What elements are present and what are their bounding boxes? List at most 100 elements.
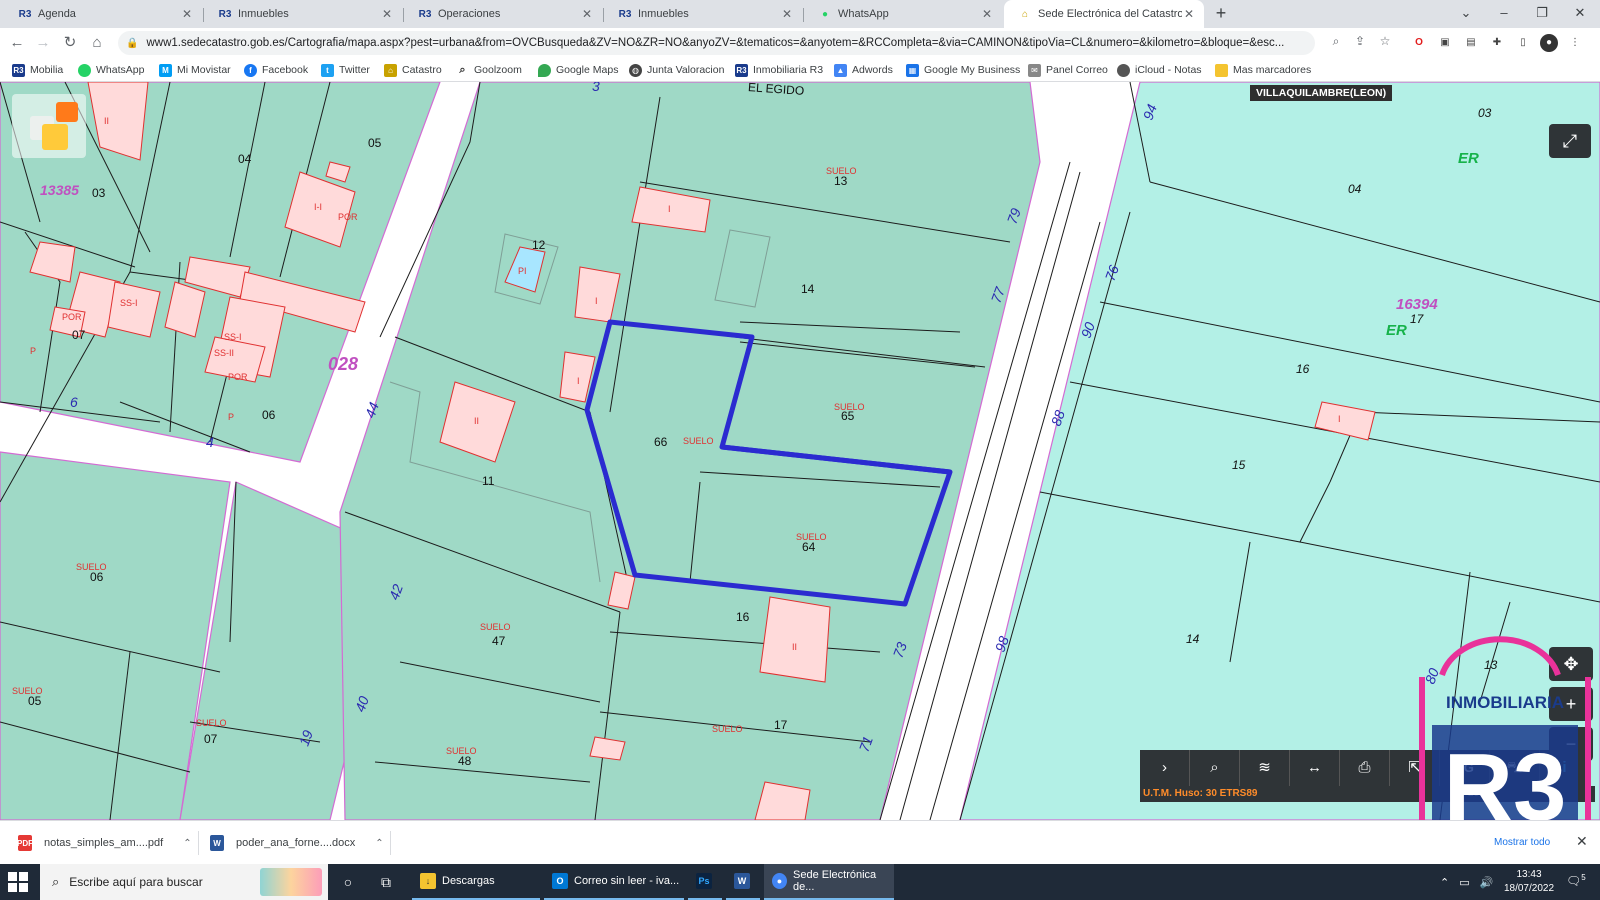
zoom-icon[interactable]: ⌕ <box>1327 32 1345 50</box>
close-icon[interactable]: ✕ <box>580 7 594 21</box>
reload-icon[interactable]: ↻ <box>59 33 81 53</box>
bookmark-google-maps[interactable]: Google Maps <box>538 62 618 78</box>
zoom-in-icon[interactable]: + <box>1549 687 1593 721</box>
bookmark-label: Goolzoom <box>474 64 522 76</box>
vg-icon[interactable]: VG <box>1440 750 1490 786</box>
opera-ext-icon[interactable]: O <box>1410 34 1428 52</box>
bookmark-mobilia[interactable]: R3 Mobilia <box>12 62 63 78</box>
tab-inmuebles-2[interactable]: R3 Inmuebles ✕ <box>604 0 802 28</box>
task-view-icon[interactable]: ⧉ <box>374 870 398 894</box>
taskbar-app-word[interactable]: W <box>726 864 760 900</box>
suelo-label: SUELO <box>480 622 511 632</box>
sidepanel-icon[interactable]: ▯ <box>1514 34 1532 52</box>
block-center <box>339 82 1041 820</box>
window-close-icon[interactable]: ✕ <box>1566 3 1594 23</box>
er-label: ER <box>1386 322 1407 339</box>
close-icon[interactable]: ✕ <box>180 7 194 21</box>
search-icon[interactable]: ⌕ <box>1190 750 1240 786</box>
new-tab-button[interactable]: + <box>1210 4 1232 24</box>
bookmark-label: iCloud - Notas <box>1135 64 1202 76</box>
tab-agenda[interactable]: R3 Agenda ✕ <box>4 0 202 28</box>
download-item[interactable]: W poder_ana_forne....docx ⌃ <box>210 831 384 855</box>
cadastral-map[interactable]: EL EGIDO 04 05 03 13385 07 06 028 12 SUE… <box>0 82 1600 820</box>
taskbar-app-chrome[interactable]: ● Sede Electrónica de... <box>764 864 894 900</box>
r3-icon: R3 <box>618 8 632 20</box>
clock[interactable]: 13:43 18/07/2022 <box>1500 868 1558 896</box>
measure-icon[interactable]: ↔ <box>1290 750 1340 786</box>
windows-start-icon[interactable] <box>8 872 30 892</box>
chevron-up-icon[interactable]: ⌃ <box>1440 876 1449 889</box>
search-highlight-image <box>260 868 322 896</box>
utm-projection: U.T.M. Huso: 30 ETRS89 20 m <box>1140 786 1595 802</box>
bookmark-junta-valoracion[interactable]: ◍ Junta Valoracion <box>629 62 724 78</box>
bookmark-adwords[interactable]: ▲ Adwords <box>834 62 893 78</box>
bookmark-google-my-business[interactable]: ▦ Google My Business <box>906 62 1020 78</box>
crosshair-icon[interactable]: ✥ <box>1549 647 1593 681</box>
taskbar-app-outlook[interactable]: O Correo sin leer - iva... <box>544 864 684 900</box>
back-icon[interactable]: ← <box>6 33 28 53</box>
building-code: I <box>577 376 580 386</box>
taskbar-search[interactable]: ⌕ Escribe aquí para buscar <box>40 864 328 900</box>
share-icon[interactable]: ⇱ <box>1390 750 1440 786</box>
close-icon[interactable]: ✕ <box>980 7 994 21</box>
parcel-label: 65 <box>841 409 855 423</box>
info-icon[interactable]: i <box>1540 750 1590 786</box>
close-icon[interactable]: ✕ <box>1576 833 1588 850</box>
bookmark-icloud-notas[interactable]: iCloud - Notas <box>1117 62 1202 78</box>
bookmark-inmobiliaria-r3[interactable]: R3 Inmobiliaria R3 <box>735 62 823 78</box>
show-all-link[interactable]: Mostrar todo <box>1494 837 1550 848</box>
download-item[interactable]: PDF notas_simples_am....pdf ⌃ <box>17 831 192 855</box>
taskbar-app-descargas[interactable]: ↓ Descargas <box>412 864 540 900</box>
taskbar-app-photoshop[interactable]: Ps <box>688 864 722 900</box>
print-icon[interactable]: ⎙ <box>1340 750 1390 786</box>
star-icon[interactable]: ☆ <box>1376 32 1394 50</box>
chevron-right-icon[interactable]: › <box>1140 750 1190 786</box>
car-icon[interactable]: ⛍ <box>1490 750 1540 786</box>
tab-label: Inmuebles <box>238 8 289 20</box>
close-icon[interactable]: ✕ <box>1182 7 1196 21</box>
volume-icon[interactable]: 🔊 <box>1480 876 1494 889</box>
extension-icon[interactable]: ▣ <box>1436 34 1454 52</box>
bookmark-twitter[interactable]: t Twitter <box>321 62 370 78</box>
taskbar-app-label: Correo sin leer - iva... <box>574 875 680 887</box>
avatar[interactable]: ● <box>1540 34 1558 52</box>
tab-whatsapp[interactable]: ● WhatsApp ✕ <box>804 0 1002 28</box>
tab-search-icon[interactable]: ⌄ <box>1452 3 1480 23</box>
forward-icon[interactable]: → <box>32 33 54 53</box>
building-code: POR <box>338 212 358 222</box>
parcel-label: 17 <box>774 718 788 732</box>
r3-icon: R3 <box>12 63 25 77</box>
url-text[interactable]: www1.sedecatastro.gob.es/Cartografia/map… <box>146 37 1315 49</box>
network-icon[interactable]: ▭ <box>1459 876 1469 889</box>
minimize-icon[interactable]: – <box>1490 3 1518 23</box>
suelo-label: SUELO <box>196 718 227 728</box>
bookmark-facebook[interactable]: f Facebook <box>244 62 308 78</box>
chevron-up-icon[interactable]: ⌃ <box>375 838 383 849</box>
address-bar[interactable]: 🔒 www1.sedecatastro.gob.es/Cartografia/m… <box>118 31 1315 55</box>
bookmark-goolzoom[interactable]: ⌕ Goolzoom <box>456 62 522 78</box>
share-icon[interactable]: ⇪ <box>1351 32 1369 50</box>
tab-inmuebles[interactable]: R3 Inmuebles ✕ <box>204 0 402 28</box>
tab-catastro[interactable]: ⌂ Sede Electrónica del Catastro - F ✕ <box>1004 0 1204 28</box>
bookmark-mas-marcadores[interactable]: Mas marcadores <box>1215 62 1311 78</box>
bookmark-whatsapp[interactable]: WhatsApp <box>78 62 144 78</box>
tab-operaciones[interactable]: R3 Operaciones ✕ <box>404 0 602 28</box>
bookmark-catastro[interactable]: ⌂ Catastro <box>384 62 442 78</box>
puzzle-icon[interactable]: ✚ <box>1488 34 1506 52</box>
close-icon[interactable]: ✕ <box>380 7 394 21</box>
notifications-icon[interactable]: 🗨5 <box>1566 873 1586 888</box>
menu-icon[interactable]: ⋮ <box>1566 34 1584 52</box>
bookmark-panel-correo[interactable]: ✉ Panel Correo <box>1028 62 1108 78</box>
parcel-label: 07 <box>72 328 86 342</box>
cortana-icon[interactable]: ○ <box>336 870 360 894</box>
expand-icon[interactable]: ⤢ <box>1549 124 1591 158</box>
layers-icon[interactable]: ≋ <box>1240 750 1290 786</box>
close-icon[interactable]: ✕ <box>780 7 794 21</box>
extension-icon[interactable]: ▤ <box>1462 34 1480 52</box>
home-icon[interactable]: ⌂ <box>86 33 108 53</box>
restore-icon[interactable]: ❐ <box>1528 3 1556 23</box>
chevron-up-icon[interactable]: ⌃ <box>183 838 191 849</box>
bookmark-movistar[interactable]: M Mi Movistar <box>159 62 231 78</box>
download-filename: notas_simples_am....pdf <box>44 837 164 849</box>
block-number: 16394 <box>1396 296 1438 313</box>
